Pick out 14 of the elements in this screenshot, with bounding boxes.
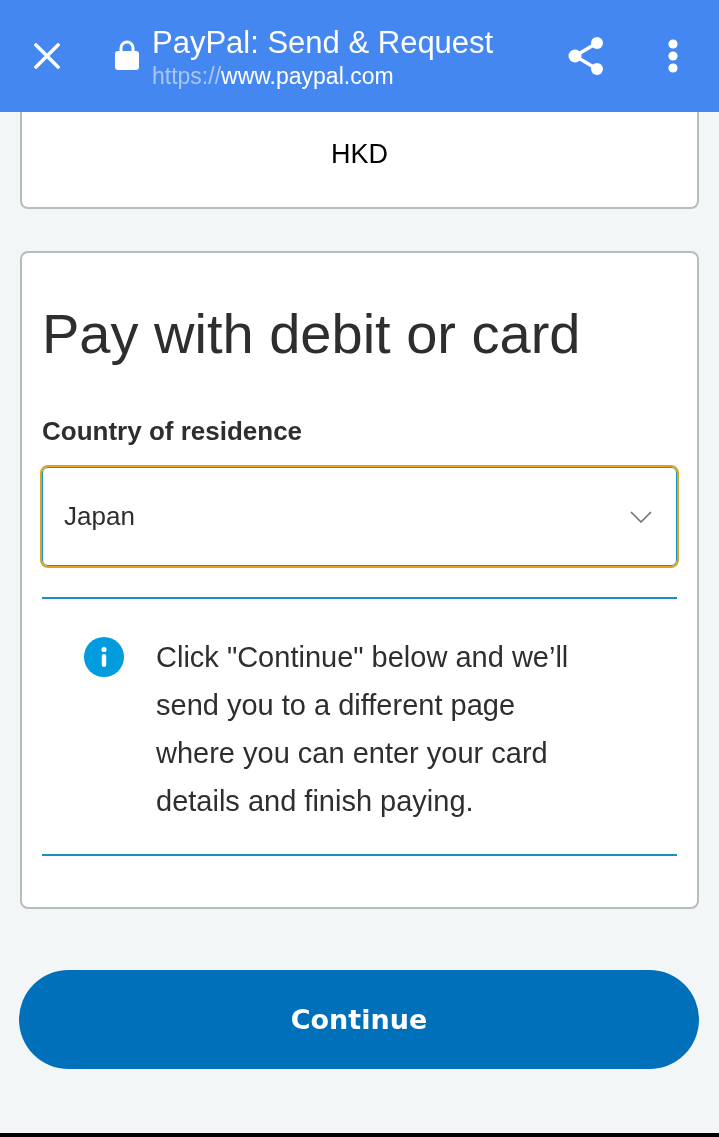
share-icon[interactable] [568, 37, 604, 75]
info-icon [84, 637, 124, 677]
country-label: Country of residence [42, 415, 304, 447]
currency-code: HKD [331, 139, 388, 170]
page-title: PayPal: Send & Request [152, 25, 495, 61]
info-message: Click "Continue" below and we’ll send you to a different page where you can enter your card details and finish paying. [156, 640, 570, 819]
more-options-icon[interactable] [668, 39, 678, 73]
lock-icon [115, 38, 139, 70]
page-url: https://www.paypal.com [152, 62, 395, 91]
country-select[interactable]: Japan [42, 467, 677, 566]
chevron-down-icon [630, 510, 652, 523]
card-heading: Pay with debit or card [42, 301, 582, 367]
continue-button[interactable]: Continue [19, 970, 699, 1069]
close-icon[interactable] [34, 43, 60, 69]
